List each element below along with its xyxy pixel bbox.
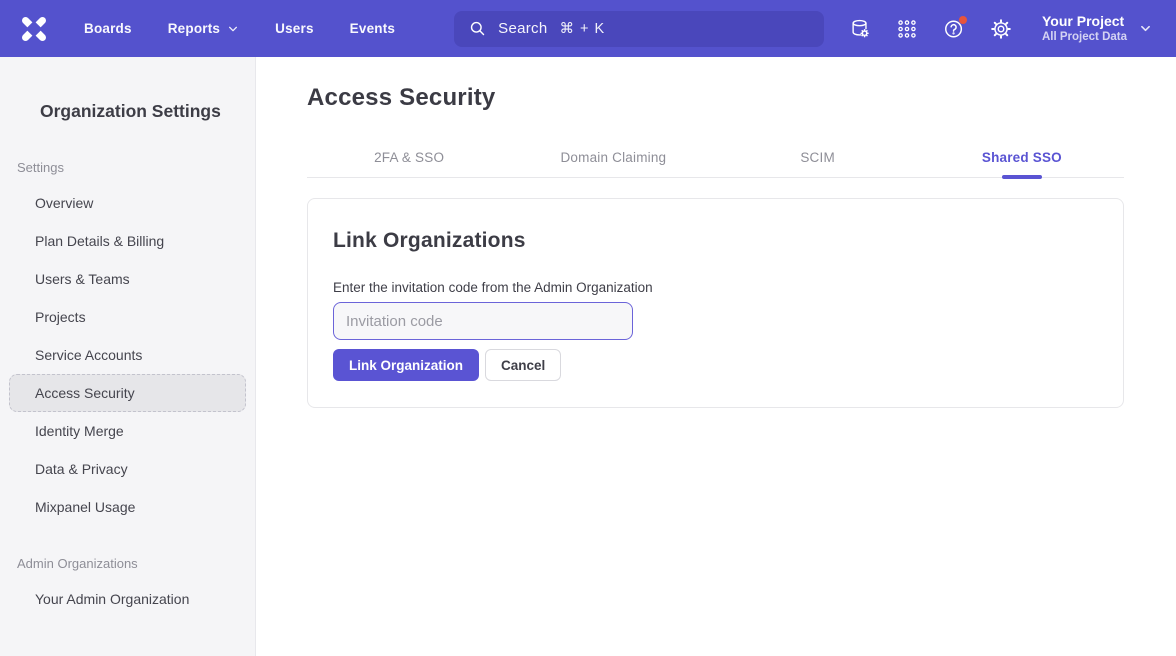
search-placeholder: Search bbox=[498, 20, 547, 37]
link-organizations-card: Link Organizations Enter the invitation … bbox=[307, 198, 1124, 408]
apps-grid-icon[interactable] bbox=[896, 18, 918, 40]
nav-item-label: Reports bbox=[168, 21, 220, 36]
tab-2fa-sso[interactable]: 2FA & SSO bbox=[307, 142, 511, 177]
cancel-button[interactable]: Cancel bbox=[485, 349, 561, 381]
project-switcher[interactable]: Your Project All Project Data bbox=[1042, 12, 1152, 45]
tab-scim[interactable]: SCIM bbox=[716, 142, 920, 177]
sidebar-item-data-privacy[interactable]: Data & Privacy bbox=[9, 450, 246, 488]
page-title: Access Security bbox=[307, 84, 1124, 112]
sidebar-item-users-teams[interactable]: Users & Teams bbox=[9, 260, 246, 298]
nav-item-boards[interactable]: Boards bbox=[84, 21, 132, 36]
project-text: Your Project All Project Data bbox=[1042, 12, 1127, 45]
nav-item-label: Users bbox=[275, 21, 314, 36]
sidebar-item-service-accounts[interactable]: Service Accounts bbox=[9, 336, 246, 374]
nav-item-label: Boards bbox=[84, 21, 132, 36]
tab-domain-claiming[interactable]: Domain Claiming bbox=[511, 142, 715, 177]
sidebar-item-projects[interactable]: Projects bbox=[9, 298, 246, 336]
project-name: Your Project bbox=[1042, 12, 1127, 30]
primary-nav: Boards Reports Users Events bbox=[84, 21, 431, 36]
search-input[interactable]: Search ⌘ + K bbox=[454, 11, 824, 47]
chevron-down-icon bbox=[227, 23, 239, 35]
nav-item-users[interactable]: Users bbox=[275, 21, 314, 36]
sidebar-item-identity-merge[interactable]: Identity Merge bbox=[9, 412, 246, 450]
sidebar-item-plan-details-billing[interactable]: Plan Details & Billing bbox=[9, 222, 246, 260]
project-scope: All Project Data bbox=[1042, 30, 1127, 45]
tab-shared-sso[interactable]: Shared SSO bbox=[920, 142, 1124, 177]
help-icon[interactable] bbox=[943, 18, 965, 40]
card-title: Link Organizations bbox=[333, 229, 1098, 253]
data-management-icon[interactable] bbox=[849, 18, 871, 40]
invitation-code-label: Enter the invitation code from the Admin… bbox=[333, 280, 1098, 295]
nav-item-reports[interactable]: Reports bbox=[168, 21, 239, 36]
sidebar-item-your-admin-organization[interactable]: Your Admin Organization bbox=[9, 580, 246, 618]
link-organization-button[interactable]: Link Organization bbox=[333, 349, 479, 381]
section-label-settings: Settings bbox=[17, 160, 238, 175]
chevron-down-icon bbox=[1139, 22, 1152, 35]
search-icon bbox=[468, 19, 487, 38]
search-shortcut: ⌘ + K bbox=[559, 21, 605, 37]
top-navbar: Boards Reports Users Events Search ⌘ + K bbox=[0, 0, 1176, 57]
sidebar-item-overview[interactable]: Overview bbox=[9, 184, 246, 222]
card-actions: Link Organization Cancel bbox=[333, 349, 1098, 381]
nav-item-events[interactable]: Events bbox=[350, 21, 395, 36]
section-label-admin-organizations: Admin Organizations bbox=[17, 556, 238, 571]
sidebar-item-mixpanel-usage[interactable]: Mixpanel Usage bbox=[9, 488, 246, 526]
mixpanel-logo-icon[interactable] bbox=[18, 13, 50, 45]
invitation-code-input[interactable] bbox=[333, 302, 633, 340]
main-content: Access Security 2FA & SSO Domain Claimin… bbox=[256, 57, 1176, 656]
org-settings-sidebar: Organization Settings Settings Overview … bbox=[0, 57, 256, 656]
nav-item-label: Events bbox=[350, 21, 395, 36]
sidebar-title: Organization Settings bbox=[40, 101, 255, 122]
settings-gear-icon[interactable] bbox=[990, 18, 1012, 40]
navbar-right: Your Project All Project Data bbox=[849, 12, 1152, 45]
access-security-tabs: 2FA & SSO Domain Claiming SCIM Shared SS… bbox=[307, 142, 1124, 178]
notification-dot bbox=[959, 16, 967, 24]
sidebar-item-access-security[interactable]: Access Security bbox=[9, 374, 246, 412]
